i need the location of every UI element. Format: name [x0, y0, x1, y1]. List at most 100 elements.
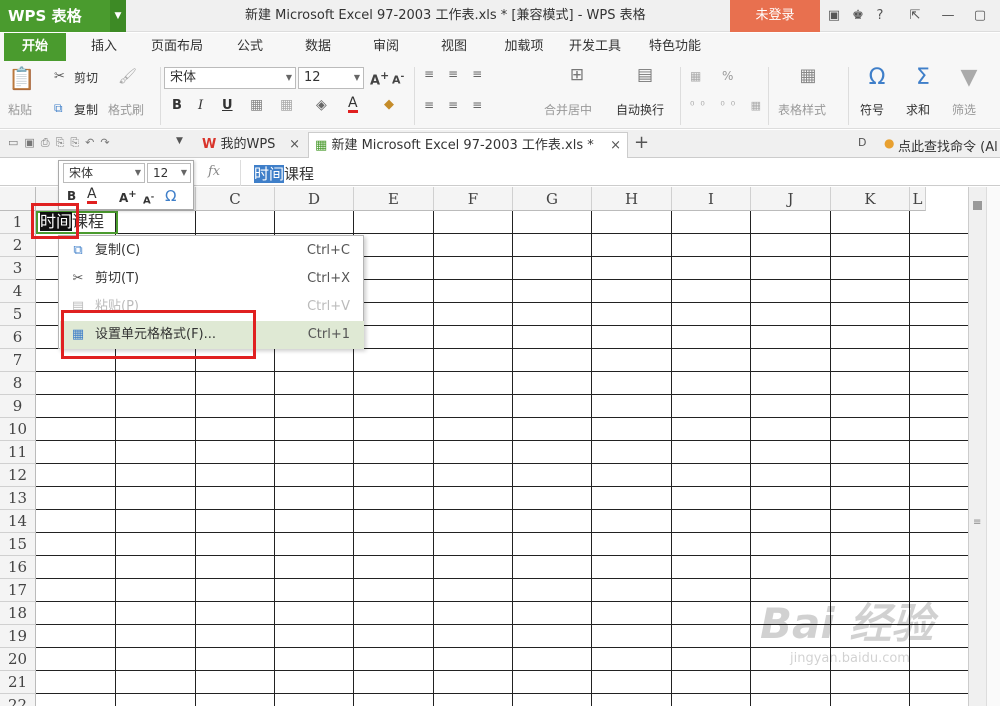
command-search[interactable]: 点此查找命令 (Al	[898, 136, 998, 155]
align-horizontal-icons[interactable]: ≡≡≡	[424, 98, 496, 112]
new-tab-icon[interactable]: +	[634, 132, 649, 153]
border-icon[interactable]: ▦	[250, 97, 263, 113]
row-header[interactable]: 22	[0, 694, 36, 706]
column-header[interactable]: H	[592, 187, 672, 211]
row-header[interactable]: 6	[0, 326, 36, 349]
sum-button[interactable]: 求和	[906, 101, 930, 118]
column-header[interactable]: L	[910, 187, 926, 211]
grow-font-icon[interactable]: A+	[370, 69, 389, 88]
wrap-text-icon[interactable]: ▤	[634, 65, 656, 87]
copy-icon[interactable]: ⧉	[54, 101, 63, 116]
column-header[interactable]: I	[672, 187, 751, 211]
help-icon[interactable]: ?	[872, 8, 888, 24]
percent-button[interactable]: %	[722, 69, 733, 83]
fill-color-icon[interactable]: ◈	[316, 97, 327, 113]
filter-button[interactable]: 筛选	[952, 101, 976, 118]
wrap-text-button[interactable]: 自动换行	[616, 101, 664, 118]
row-header[interactable]: 12	[0, 464, 36, 487]
row-header[interactable]: 11	[0, 441, 36, 464]
row-header[interactable]: 16	[0, 556, 36, 579]
mini-font-select[interactable]: 宋体 ▼	[63, 163, 145, 183]
underline-button[interactable]: U	[222, 98, 233, 113]
tab-formulas[interactable]: 公式	[222, 33, 278, 61]
omega-icon[interactable]: Ω	[864, 65, 890, 91]
paste-icon[interactable]: 📋	[8, 67, 35, 93]
cut-button[interactable]: 剪切	[74, 69, 98, 86]
row-header[interactable]: 5	[0, 303, 36, 326]
copy-button[interactable]: 复制	[74, 101, 98, 118]
row-header[interactable]: 13	[0, 487, 36, 510]
maximize-icon[interactable]: ▢	[972, 8, 988, 24]
row-header[interactable]: 9	[0, 395, 36, 418]
font-name-select[interactable]: 宋体 ▼	[164, 67, 296, 89]
italic-button[interactable]: I	[198, 98, 203, 113]
close-icon[interactable]: ×	[610, 133, 621, 159]
row-header[interactable]: 3	[0, 257, 36, 280]
merge-center-button[interactable]: 合并居中	[544, 101, 592, 118]
shrink-font-icon[interactable]: A-	[392, 71, 404, 87]
row-header[interactable]: 21	[0, 671, 36, 694]
column-header[interactable]: C	[196, 187, 275, 211]
column-header[interactable]: J	[751, 187, 831, 211]
format-painter-button[interactable]: 格式刷	[108, 101, 144, 118]
number-format-icon[interactable]: ▦	[690, 69, 701, 83]
row-header[interactable]: 10	[0, 418, 36, 441]
skin-icon[interactable]: ▣	[826, 8, 842, 24]
mini-grow-font-icon[interactable]: A+	[119, 189, 137, 205]
minimize-icon[interactable]: —	[940, 8, 956, 24]
mini-size-select[interactable]: 12 ▼	[147, 163, 191, 183]
scroll-up-icon[interactable]	[973, 201, 982, 210]
login-button[interactable]: 未登录	[730, 0, 820, 32]
row-header[interactable]: 20	[0, 648, 36, 671]
tab-insert[interactable]: 插入	[78, 33, 130, 61]
column-header[interactable]: D	[275, 187, 354, 211]
row-header[interactable]: 15	[0, 533, 36, 556]
scroll-grip-icon[interactable]: ≡	[973, 517, 981, 528]
close-icon[interactable]: ×	[289, 132, 300, 158]
tab-view[interactable]: 视图	[426, 33, 482, 61]
quick-access-icons[interactable]: ▭▣⎙⎘⎘↶↷	[8, 136, 116, 150]
table-style-button[interactable]: 表格样式	[778, 101, 826, 118]
symbol-button[interactable]: 符号	[860, 101, 884, 118]
merge-border-icon[interactable]: ▦	[280, 97, 293, 113]
mini-bold-button[interactable]: B	[67, 189, 76, 203]
align-top-icons[interactable]: ≡≡≡	[424, 67, 496, 81]
sigma-icon[interactable]: Σ	[910, 65, 936, 91]
filter-icon[interactable]: ▼	[956, 65, 982, 91]
menu-item-cut[interactable]: ✂ 剪切(T) Ctrl+X	[60, 265, 364, 293]
tab-document[interactable]: ▦ 新建 Microsoft Excel 97-2003 工作表.xls * ×	[308, 132, 628, 158]
fx-icon[interactable]: fx	[208, 164, 220, 179]
tab-developer[interactable]: 开发工具	[562, 33, 628, 61]
column-header[interactable]: K	[831, 187, 910, 211]
column-header[interactable]: E	[354, 187, 434, 211]
menu-item-copy[interactable]: ⧉ 复制(C) Ctrl+C	[60, 237, 364, 265]
row-header[interactable]: 7	[0, 349, 36, 372]
row-header[interactable]: 19	[0, 625, 36, 648]
tab-review[interactable]: 审阅	[358, 33, 414, 61]
row-header[interactable]: 8	[0, 372, 36, 395]
right-side-panel[interactable]	[986, 187, 1000, 706]
restore-ribbon-icon[interactable]: ⇱	[907, 8, 923, 24]
chevron-down-icon[interactable]: ▼	[110, 0, 126, 32]
tab-addins[interactable]: 加载项	[494, 33, 554, 61]
font-color-icon[interactable]: A	[348, 96, 358, 113]
table-style-icon[interactable]: ▦	[796, 65, 820, 89]
formula-input[interactable]: 时间课程	[254, 163, 314, 184]
font-size-select[interactable]: 12 ▼	[298, 67, 364, 89]
scissors-icon[interactable]: ✂	[54, 69, 65, 84]
column-header[interactable]: G	[513, 187, 592, 211]
mini-shrink-font-icon[interactable]: A-	[143, 191, 154, 206]
vertical-scrollbar[interactable]: ≡	[968, 187, 986, 706]
tab-home[interactable]: 开始	[4, 33, 66, 61]
column-header[interactable]: F	[434, 187, 513, 211]
merge-center-icon[interactable]: ⊞	[566, 65, 588, 87]
brush-icon[interactable]: 🖌	[118, 67, 137, 85]
bold-button[interactable]: B	[172, 98, 182, 113]
tab-data[interactable]: 数据	[290, 33, 346, 61]
app-menu-button[interactable]: WPS 表格 ▼	[0, 0, 126, 32]
tab-page-layout[interactable]: 页面布局	[142, 33, 212, 61]
row-header[interactable]: 14	[0, 510, 36, 533]
clear-format-icon[interactable]: ◆	[384, 97, 394, 112]
row-header[interactable]: 17	[0, 579, 36, 602]
tab-my-wps[interactable]: W 我的WPS ×	[196, 132, 306, 158]
